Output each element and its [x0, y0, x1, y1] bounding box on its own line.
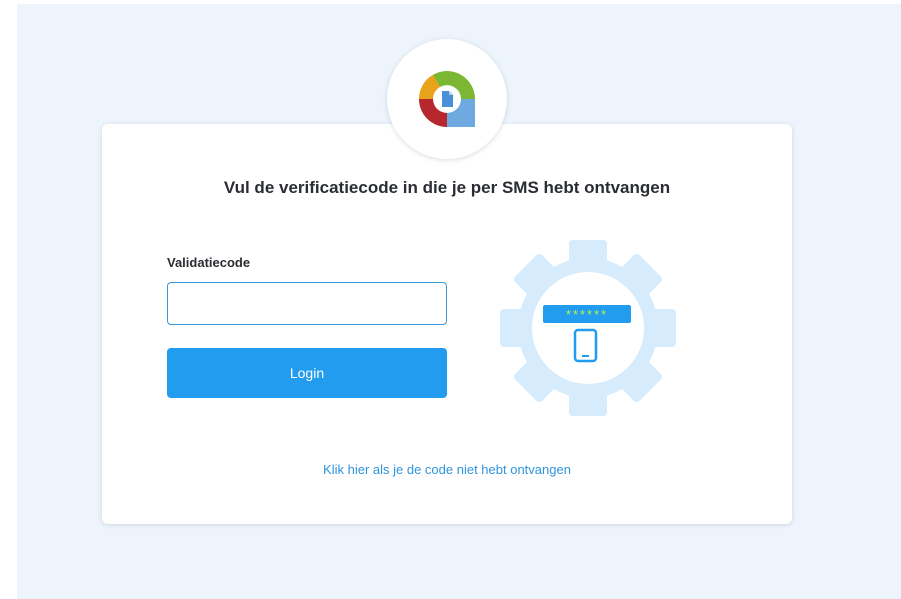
sms-verification-illustration: ******	[498, 238, 678, 418]
login-button[interactable]: Login	[167, 348, 447, 398]
resend-code-link[interactable]: Klik hier als je de code niet hebt ontva…	[102, 462, 792, 477]
validation-code-input[interactable]	[167, 282, 447, 325]
gear-phone-verification-icon: ******	[500, 240, 676, 416]
logo-badge	[387, 39, 507, 159]
masked-code-text: ******	[566, 307, 608, 322]
app-logo-icon	[419, 71, 475, 127]
page-title: Vul de verificatiecode in die je per SMS…	[223, 178, 671, 197]
validation-code-label: Validatiecode	[167, 255, 251, 270]
